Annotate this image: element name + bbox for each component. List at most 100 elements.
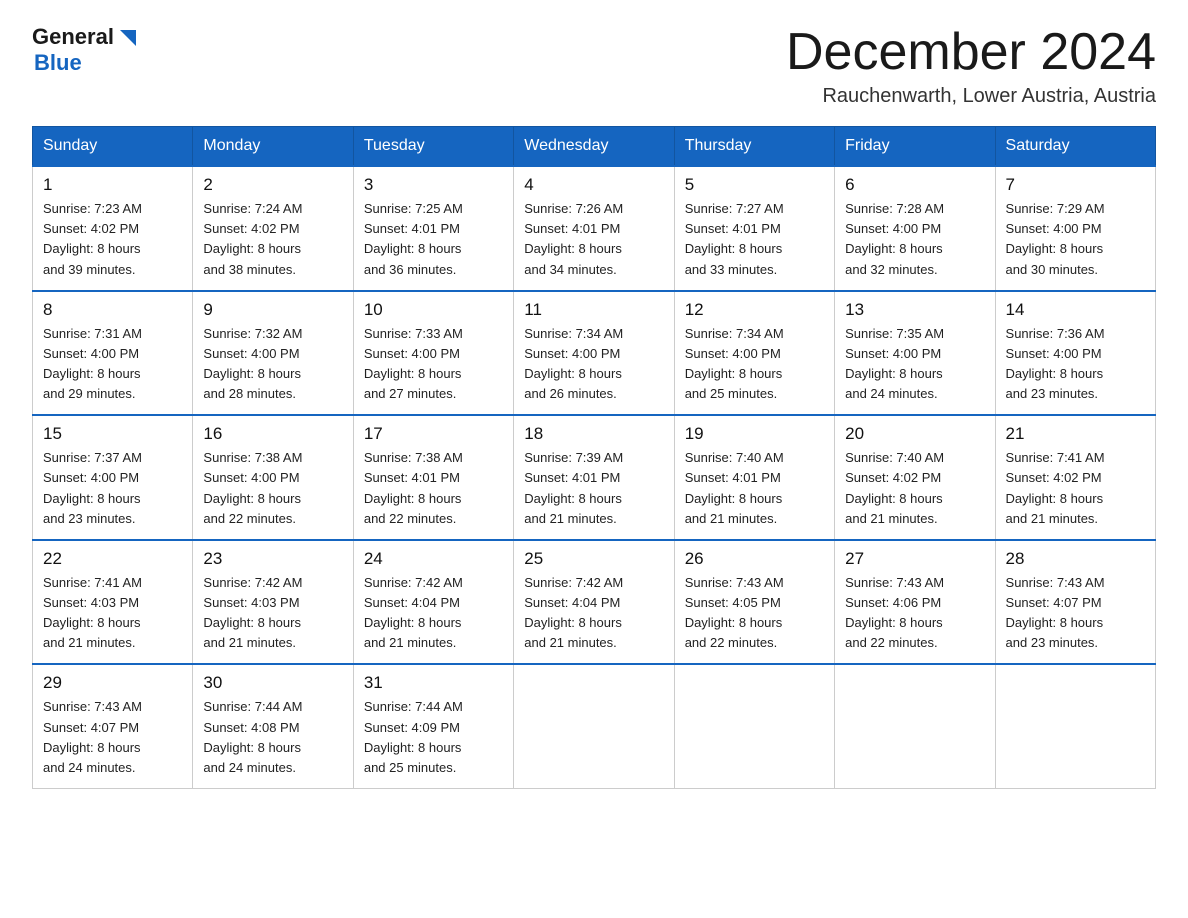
calendar-cell: [674, 664, 834, 788]
calendar-cell: 29 Sunrise: 7:43 AMSunset: 4:07 PMDaylig…: [33, 664, 193, 788]
day-number: 16: [203, 424, 342, 444]
calendar-week-row: 22 Sunrise: 7:41 AMSunset: 4:03 PMDaylig…: [33, 540, 1156, 665]
day-info: Sunrise: 7:36 AMSunset: 4:00 PMDaylight:…: [1006, 324, 1145, 405]
calendar-cell: 6 Sunrise: 7:28 AMSunset: 4:00 PMDayligh…: [835, 166, 995, 291]
day-info: Sunrise: 7:44 AMSunset: 4:08 PMDaylight:…: [203, 697, 342, 778]
day-info: Sunrise: 7:31 AMSunset: 4:00 PMDaylight:…: [43, 324, 182, 405]
day-info: Sunrise: 7:34 AMSunset: 4:00 PMDaylight:…: [685, 324, 824, 405]
day-info: Sunrise: 7:29 AMSunset: 4:00 PMDaylight:…: [1006, 199, 1145, 280]
calendar-header-friday: Friday: [835, 127, 995, 167]
calendar-table: SundayMondayTuesdayWednesdayThursdayFrid…: [32, 126, 1156, 789]
day-info: Sunrise: 7:39 AMSunset: 4:01 PMDaylight:…: [524, 448, 663, 529]
main-title: December 2024: [786, 24, 1156, 81]
day-number: 25: [524, 549, 663, 569]
day-info: Sunrise: 7:42 AMSunset: 4:04 PMDaylight:…: [524, 573, 663, 654]
title-section: December 2024 Rauchenwarth, Lower Austri…: [786, 24, 1156, 108]
day-number: 7: [1006, 175, 1145, 195]
calendar-cell: 20 Sunrise: 7:40 AMSunset: 4:02 PMDaylig…: [835, 415, 995, 540]
day-number: 21: [1006, 424, 1145, 444]
calendar-header-sunday: Sunday: [33, 127, 193, 167]
day-info: Sunrise: 7:37 AMSunset: 4:00 PMDaylight:…: [43, 448, 182, 529]
day-number: 22: [43, 549, 182, 569]
logo: General Blue: [32, 24, 138, 76]
day-number: 3: [364, 175, 503, 195]
day-number: 8: [43, 300, 182, 320]
calendar-cell: 17 Sunrise: 7:38 AMSunset: 4:01 PMDaylig…: [353, 415, 513, 540]
day-info: Sunrise: 7:27 AMSunset: 4:01 PMDaylight:…: [685, 199, 824, 280]
day-info: Sunrise: 7:28 AMSunset: 4:00 PMDaylight:…: [845, 199, 984, 280]
day-number: 2: [203, 175, 342, 195]
day-number: 20: [845, 424, 984, 444]
day-info: Sunrise: 7:43 AMSunset: 4:06 PMDaylight:…: [845, 573, 984, 654]
day-info: Sunrise: 7:32 AMSunset: 4:00 PMDaylight:…: [203, 324, 342, 405]
day-number: 31: [364, 673, 503, 693]
calendar-cell: 12 Sunrise: 7:34 AMSunset: 4:00 PMDaylig…: [674, 291, 834, 416]
calendar-cell: 30 Sunrise: 7:44 AMSunset: 4:08 PMDaylig…: [193, 664, 353, 788]
calendar-header-row: SundayMondayTuesdayWednesdayThursdayFrid…: [33, 127, 1156, 167]
calendar-cell: 13 Sunrise: 7:35 AMSunset: 4:00 PMDaylig…: [835, 291, 995, 416]
day-info: Sunrise: 7:43 AMSunset: 4:07 PMDaylight:…: [43, 697, 182, 778]
calendar-cell: 2 Sunrise: 7:24 AMSunset: 4:02 PMDayligh…: [193, 166, 353, 291]
day-info: Sunrise: 7:35 AMSunset: 4:00 PMDaylight:…: [845, 324, 984, 405]
day-info: Sunrise: 7:25 AMSunset: 4:01 PMDaylight:…: [364, 199, 503, 280]
calendar-cell: 4 Sunrise: 7:26 AMSunset: 4:01 PMDayligh…: [514, 166, 674, 291]
day-number: 17: [364, 424, 503, 444]
calendar-header-tuesday: Tuesday: [353, 127, 513, 167]
calendar-cell: 23 Sunrise: 7:42 AMSunset: 4:03 PMDaylig…: [193, 540, 353, 665]
day-number: 29: [43, 673, 182, 693]
day-info: Sunrise: 7:34 AMSunset: 4:00 PMDaylight:…: [524, 324, 663, 405]
calendar-week-row: 1 Sunrise: 7:23 AMSunset: 4:02 PMDayligh…: [33, 166, 1156, 291]
calendar-week-row: 29 Sunrise: 7:43 AMSunset: 4:07 PMDaylig…: [33, 664, 1156, 788]
calendar-cell: 31 Sunrise: 7:44 AMSunset: 4:09 PMDaylig…: [353, 664, 513, 788]
day-info: Sunrise: 7:42 AMSunset: 4:03 PMDaylight:…: [203, 573, 342, 654]
day-info: Sunrise: 7:24 AMSunset: 4:02 PMDaylight:…: [203, 199, 342, 280]
calendar-header-monday: Monday: [193, 127, 353, 167]
calendar-cell: 28 Sunrise: 7:43 AMSunset: 4:07 PMDaylig…: [995, 540, 1155, 665]
calendar-cell: 25 Sunrise: 7:42 AMSunset: 4:04 PMDaylig…: [514, 540, 674, 665]
day-number: 4: [524, 175, 663, 195]
day-number: 28: [1006, 549, 1145, 569]
day-info: Sunrise: 7:38 AMSunset: 4:00 PMDaylight:…: [203, 448, 342, 529]
day-number: 26: [685, 549, 824, 569]
logo-general-text: General: [32, 24, 114, 50]
calendar-week-row: 15 Sunrise: 7:37 AMSunset: 4:00 PMDaylig…: [33, 415, 1156, 540]
calendar-cell: 9 Sunrise: 7:32 AMSunset: 4:00 PMDayligh…: [193, 291, 353, 416]
day-number: 13: [845, 300, 984, 320]
day-info: Sunrise: 7:38 AMSunset: 4:01 PMDaylight:…: [364, 448, 503, 529]
day-info: Sunrise: 7:44 AMSunset: 4:09 PMDaylight:…: [364, 697, 503, 778]
calendar-cell: 15 Sunrise: 7:37 AMSunset: 4:00 PMDaylig…: [33, 415, 193, 540]
day-info: Sunrise: 7:41 AMSunset: 4:02 PMDaylight:…: [1006, 448, 1145, 529]
day-info: Sunrise: 7:41 AMSunset: 4:03 PMDaylight:…: [43, 573, 182, 654]
calendar-cell: 8 Sunrise: 7:31 AMSunset: 4:00 PMDayligh…: [33, 291, 193, 416]
day-info: Sunrise: 7:33 AMSunset: 4:00 PMDaylight:…: [364, 324, 503, 405]
day-number: 1: [43, 175, 182, 195]
calendar-cell: 5 Sunrise: 7:27 AMSunset: 4:01 PMDayligh…: [674, 166, 834, 291]
calendar-cell: 7 Sunrise: 7:29 AMSunset: 4:00 PMDayligh…: [995, 166, 1155, 291]
day-number: 27: [845, 549, 984, 569]
page-header: General Blue December 2024 Rauchenwarth,…: [32, 24, 1156, 108]
calendar-cell: 14 Sunrise: 7:36 AMSunset: 4:00 PMDaylig…: [995, 291, 1155, 416]
calendar-cell: [995, 664, 1155, 788]
day-number: 30: [203, 673, 342, 693]
day-info: Sunrise: 7:40 AMSunset: 4:01 PMDaylight:…: [685, 448, 824, 529]
day-number: 9: [203, 300, 342, 320]
day-number: 18: [524, 424, 663, 444]
calendar-cell: 1 Sunrise: 7:23 AMSunset: 4:02 PMDayligh…: [33, 166, 193, 291]
calendar-cell: 10 Sunrise: 7:33 AMSunset: 4:00 PMDaylig…: [353, 291, 513, 416]
day-number: 6: [845, 175, 984, 195]
logo-triangle-icon: [116, 26, 138, 48]
day-info: Sunrise: 7:23 AMSunset: 4:02 PMDaylight:…: [43, 199, 182, 280]
calendar-cell: 22 Sunrise: 7:41 AMSunset: 4:03 PMDaylig…: [33, 540, 193, 665]
calendar-cell: 16 Sunrise: 7:38 AMSunset: 4:00 PMDaylig…: [193, 415, 353, 540]
calendar-cell: 24 Sunrise: 7:42 AMSunset: 4:04 PMDaylig…: [353, 540, 513, 665]
calendar-week-row: 8 Sunrise: 7:31 AMSunset: 4:00 PMDayligh…: [33, 291, 1156, 416]
calendar-cell: 19 Sunrise: 7:40 AMSunset: 4:01 PMDaylig…: [674, 415, 834, 540]
day-info: Sunrise: 7:43 AMSunset: 4:05 PMDaylight:…: [685, 573, 824, 654]
subtitle: Rauchenwarth, Lower Austria, Austria: [786, 85, 1156, 108]
logo-blue-text: Blue: [34, 50, 82, 76]
day-number: 24: [364, 549, 503, 569]
day-number: 10: [364, 300, 503, 320]
calendar-header-thursday: Thursday: [674, 127, 834, 167]
calendar-header-saturday: Saturday: [995, 127, 1155, 167]
day-info: Sunrise: 7:26 AMSunset: 4:01 PMDaylight:…: [524, 199, 663, 280]
